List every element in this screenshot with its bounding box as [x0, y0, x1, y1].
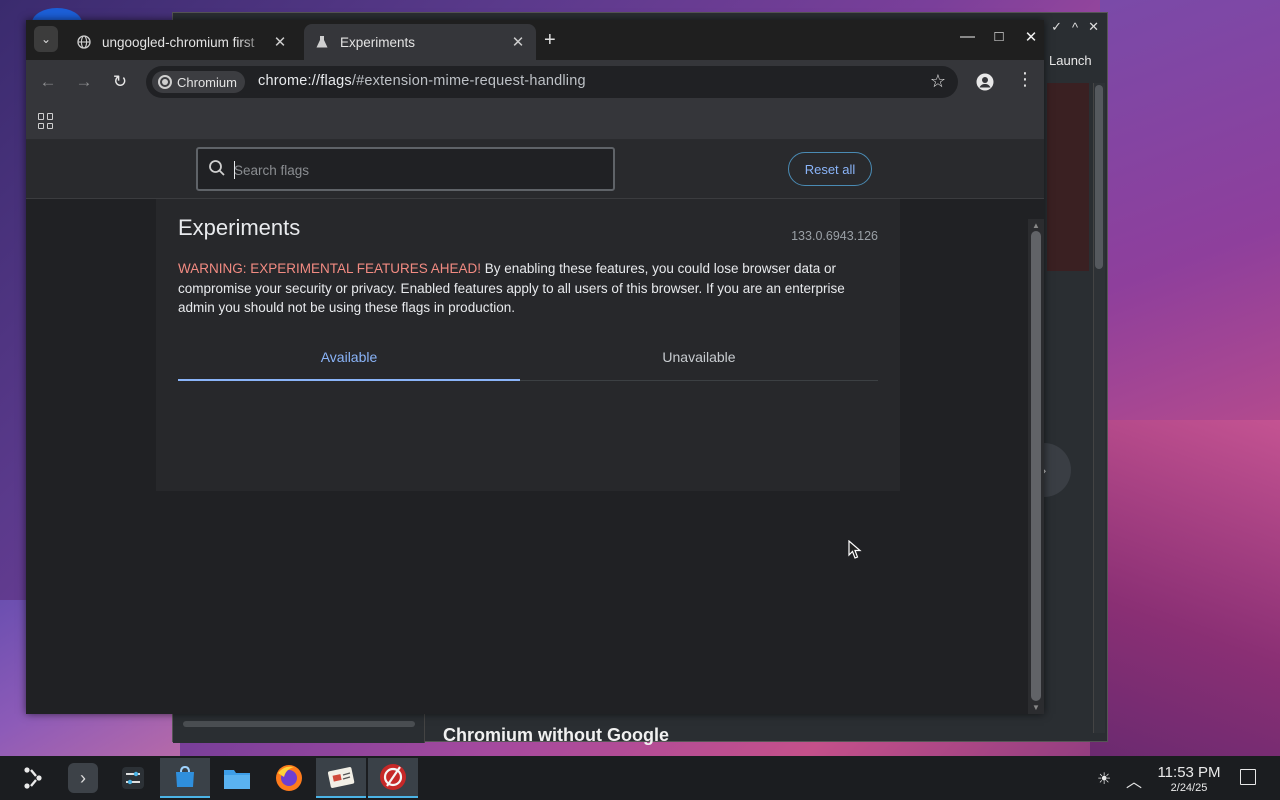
wallpaper-shape [1100, 0, 1280, 420]
sidebar-panel [173, 713, 425, 743]
mouse-cursor-icon [848, 540, 862, 559]
tab-ungoogled-chromium[interactable]: ungoogled-chromium first ✕ [66, 24, 298, 60]
keep-above-button[interactable]: ✓ [1051, 19, 1062, 35]
site-info-chip[interactable]: Chromium [152, 71, 245, 93]
settings-icon [122, 767, 144, 789]
back-button[interactable]: ← [38, 72, 58, 92]
system-settings-button[interactable] [108, 758, 158, 798]
reload-button[interactable]: ↻ [110, 72, 130, 92]
apps-grid-icon[interactable] [38, 113, 54, 129]
chevron-down-icon: ⌄ [40, 32, 52, 46]
application-launcher-button[interactable] [8, 758, 58, 798]
tab-title: ungoogled-chromium first [102, 34, 255, 50]
search-field[interactable] [196, 147, 615, 191]
flags-page: Reset all Experiments 133.0.6943.126 WAR… [26, 140, 1044, 714]
window-controls: — □ ✕ [960, 28, 1038, 46]
warning-text: WARNING: EXPERIMENTAL FEATURES AHEAD! By… [178, 259, 878, 318]
reset-all-button[interactable]: Reset all [788, 152, 872, 186]
search-icon [208, 159, 226, 182]
forward-button[interactable]: → [74, 72, 94, 92]
bookmark-star-icon[interactable]: ☆ [930, 71, 946, 92]
flags-header: Reset all [26, 140, 1044, 199]
new-tab-button[interactable]: + [544, 30, 556, 50]
files-button[interactable] [212, 758, 262, 798]
chromium-icon [380, 764, 406, 790]
tab-search-button[interactable]: ⌄ [34, 26, 58, 52]
files-icon [224, 770, 250, 789]
progress-bar [183, 721, 415, 727]
chip-label: Chromium [177, 74, 237, 90]
close-window-button[interactable]: ✕ [1024, 28, 1038, 46]
url-host: chrome://flags [258, 73, 352, 89]
application-launcher-icon [24, 767, 42, 789]
firefox-button[interactable] [264, 758, 314, 798]
app-heading: Chromium without Google [443, 725, 669, 745]
banner-image [1047, 83, 1089, 271]
scroll-up-icon[interactable]: ▲ [1032, 221, 1040, 230]
terminal-button[interactable]: › [58, 758, 108, 798]
minimize-button[interactable]: ^ [1072, 20, 1078, 35]
flags-tabs: Available Unavailable [178, 339, 878, 381]
clock-date: 2/24/25 [1170, 782, 1208, 794]
profile-icon[interactable] [976, 73, 994, 91]
globe-icon [76, 34, 92, 50]
discover-button[interactable] [160, 758, 210, 798]
close-tab-icon[interactable]: ✕ [510, 33, 526, 51]
chromium-button[interactable] [368, 758, 418, 798]
flask-icon [314, 34, 330, 50]
browser-toolbar: ← → ↻ Chromium chrome://flags/#extension… [26, 60, 1044, 104]
chromium-icon [158, 75, 172, 89]
minimize-button[interactable]: — [960, 28, 975, 46]
chromium-window[interactable]: ⌄ ungoogled-chromium first ✕ Experiments… [26, 20, 1044, 714]
taskbar: › ☀ ︿ 11:53 PM 2/24/25 [0, 756, 1280, 800]
clock[interactable]: 11:53 PM 2/24/25 [1154, 764, 1224, 794]
experiments-card: Experiments 133.0.6943.126 WARNING: EXPE… [156, 199, 900, 491]
launch-button[interactable]: Launch [1049, 53, 1092, 68]
tab-experiments[interactable]: Experiments ✕ [304, 24, 536, 60]
text-caret [234, 161, 235, 179]
chevron-up-icon[interactable]: ︿ [1126, 768, 1142, 792]
close-tab-icon[interactable]: ✕ [272, 33, 288, 51]
discover-icon [176, 765, 194, 787]
wallpaper-shape [1090, 420, 1280, 760]
url-text[interactable]: chrome://flags/#extension-mime-request-h… [258, 73, 586, 89]
page-scrollbar[interactable]: ▲ ▼ [1028, 219, 1044, 714]
scrollbar-thumb[interactable] [1031, 231, 1041, 701]
tab-strip: ⌄ ungoogled-chromium first ✕ Experiments… [26, 20, 1044, 60]
tab-available[interactable]: Available [178, 339, 520, 381]
brightness-icon[interactable]: ☀ [1097, 769, 1111, 789]
bookmarks-bar [26, 104, 1044, 140]
card-app-button[interactable] [316, 758, 366, 798]
tab-unavailable[interactable]: Unavailable [528, 339, 870, 381]
close-button[interactable]: ✕ [1088, 19, 1099, 35]
search-input[interactable] [234, 159, 594, 181]
page-title: Experiments [178, 215, 301, 240]
version-label: 133.0.6943.126 [791, 229, 878, 243]
scrollbar-thumb[interactable] [1095, 85, 1103, 269]
maximize-button[interactable]: □ [992, 28, 1006, 46]
card-icon [327, 767, 355, 788]
warning-label: WARNING: EXPERIMENTAL FEATURES AHEAD! [178, 261, 482, 276]
clock-time: 11:53 PM [1157, 764, 1221, 781]
scroll-down-icon[interactable]: ▼ [1032, 703, 1040, 712]
more-menu-icon[interactable]: ⋮ [1016, 70, 1034, 88]
url-path: /#extension-mime-request-handling [351, 73, 586, 89]
address-bar[interactable]: Chromium chrome://flags/#extension-mime-… [146, 66, 958, 98]
tab-title: Experiments [340, 34, 416, 50]
firefox-icon [276, 765, 302, 791]
show-desktop-icon[interactable] [1240, 769, 1256, 785]
terminal-icon: › [68, 763, 98, 793]
